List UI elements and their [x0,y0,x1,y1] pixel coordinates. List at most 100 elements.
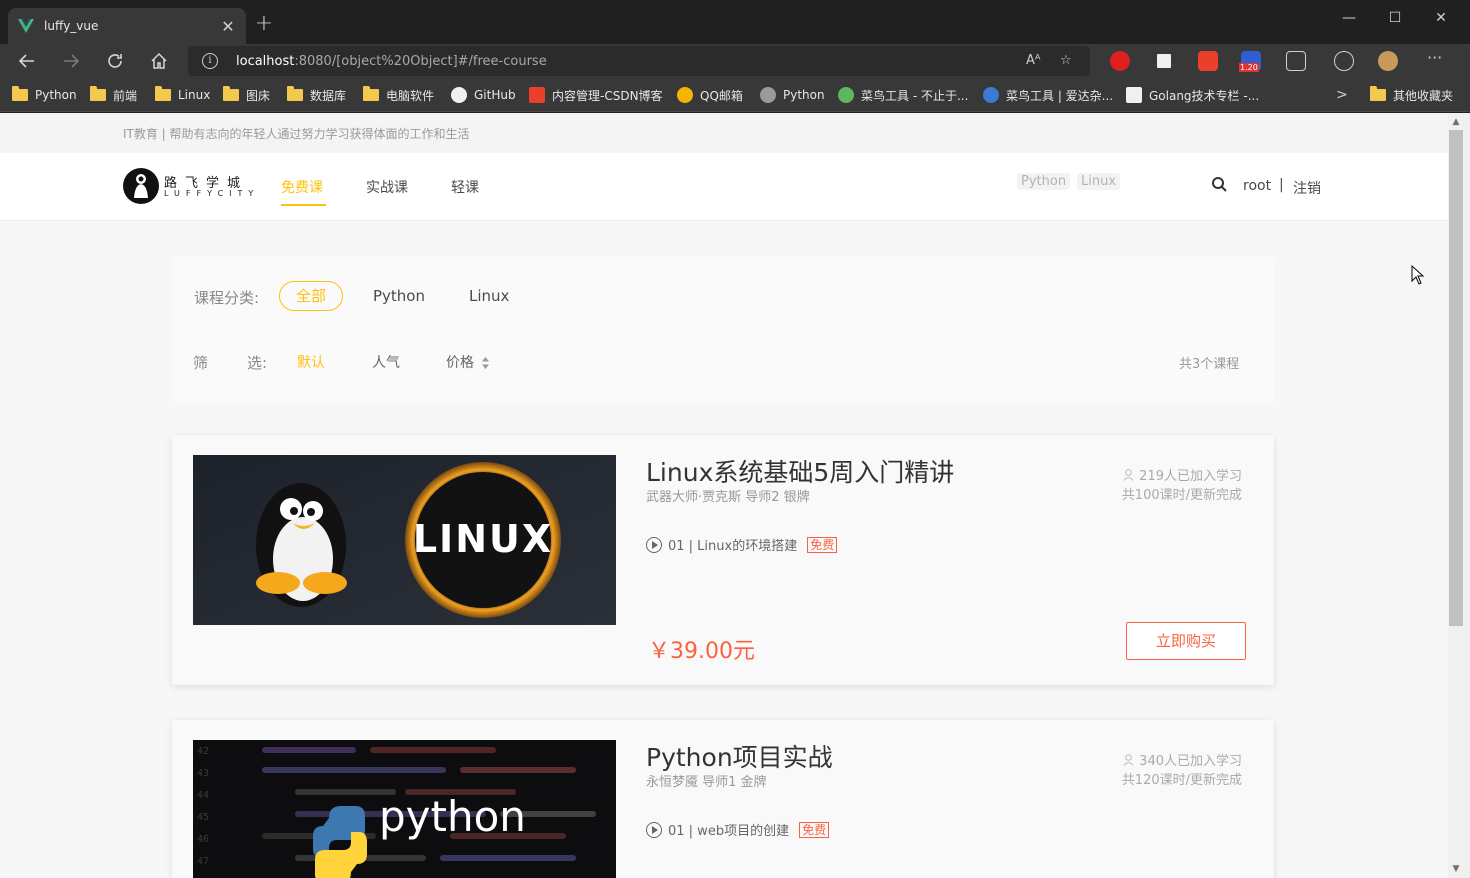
favorite-star-icon[interactable]: ☆ [1060,53,1072,68]
course-card[interactable]: LINUX Linux系统基础5周入门精讲 武器大师·贾克斯 导师2 银牌 21… [172,435,1274,685]
page-viewport: IT教育 | 帮助有志向的年轻人通过努力学习获得体面的工作和生活 路飞学城 LU… [0,113,1448,878]
back-icon[interactable] [14,48,40,74]
nav-free-courses[interactable]: 免费课 [281,177,323,197]
sort-price-button[interactable]: 价格 [446,352,490,372]
extension-red-icon[interactable] [1110,51,1130,71]
folder-icon [287,86,303,101]
more-menu-icon[interactable]: ··· [1427,48,1442,67]
folder-icon [363,86,379,101]
extension-c-icon[interactable] [1198,51,1218,71]
svg-text:44: 44 [197,790,209,801]
python-site-icon [760,87,776,103]
runoob-a-icon [983,87,999,103]
search-tag-linux[interactable]: Linux [1077,173,1121,190]
buy-now-button[interactable]: 立即购买 [1126,622,1246,660]
mouse-cursor-icon [1411,265,1425,285]
scroll-down-icon[interactable]: ▼ [1449,862,1463,876]
course-stats: 219人已加入学习 共100课时/更新完成 [1102,467,1242,505]
sort-arrows-icon [482,357,490,369]
new-tab-icon[interactable]: + [252,12,276,36]
tab-close-icon[interactable]: ✕ [220,17,236,36]
tab-title: luffy_vue [44,19,99,33]
history-icon[interactable] [1334,51,1354,71]
browser-tabbar: luffy_vue ✕ + — ☐ ✕ [0,0,1470,44]
home-icon[interactable] [146,48,172,74]
minimize-icon[interactable]: — [1326,10,1372,26]
scrollbar-thumb[interactable] [1449,130,1463,626]
category-linux-button[interactable]: Linux [469,287,509,305]
slogan-text: IT教育 | 帮助有志向的年轻人通过努力学习获得体面的工作和生活 [123,127,470,141]
person-icon [1123,469,1134,481]
category-all-button[interactable]: 全部 [279,281,343,311]
golang-icon [1126,87,1142,103]
bookmark-github[interactable]: GitHub [451,86,516,104]
bookmark-golang[interactable]: Golang技术专栏 -... [1126,86,1259,104]
address-path: :8080/[object%20Object]#/free-course [294,53,547,69]
site-info-icon[interactable]: i [202,53,218,69]
reload-icon[interactable] [102,48,128,74]
sort-default-button[interactable]: 默认 [297,352,325,372]
bookmark-folder-software[interactable]: 电脑软件 [363,86,434,104]
vue-logo-icon [18,19,34,33]
course-lesson-item[interactable]: 01 | Linux的环境搭建 免费 [646,535,838,554]
bookmark-runoob-2[interactable]: 菜鸟工具 | 爱达杂... [983,86,1113,104]
course-card[interactable]: 42 43 44 45 46 47 python Python项目实战 永恒梦魇 导师1… [172,720,1274,878]
filter-label-2: 选: [247,354,268,372]
course-filter-panel: 课程分类: 全部 Python Linux 筛 选: 默认 人气 价格 共3个课… [172,257,1274,403]
course-cover-image[interactable]: LINUX [193,455,616,625]
course-price: ￥39.00元 [648,639,755,664]
folder-icon [223,86,239,101]
user-separator: | [1279,177,1284,193]
bookmark-qqmail[interactable]: QQ邮箱 [677,86,743,104]
course-teacher: 武器大师·贾克斯 导师2 银牌 [646,490,810,505]
luffy-logo-icon[interactable] [123,168,159,204]
category-python-button[interactable]: Python [373,287,425,305]
extension-badge: 1.20 [1239,63,1259,72]
bookmark-csdn[interactable]: 内容管理-CSDN博客 [529,86,663,104]
course-title[interactable]: Linux系统基础5周入门精讲 [646,453,954,489]
bookmark-folder-python[interactable]: Python [12,86,77,104]
extensions-puzzle-icon[interactable] [1286,51,1306,71]
nav-practical-courses[interactable]: 实战课 [366,177,408,197]
maximize-icon[interactable]: ☐ [1372,10,1418,26]
extension-timer-icon[interactable]: 1.20 [1239,51,1261,72]
course-cover-image[interactable]: 42 43 44 45 46 47 python [193,740,616,878]
search-icon[interactable] [1211,176,1228,193]
bookmark-folder-frontend[interactable]: 前端 [90,86,137,104]
browser-toolbar: i localhost:8080/[object%20Object]#/free… [0,44,1470,78]
bookmark-folder-imagebed[interactable]: 图床 [223,86,270,104]
user-name[interactable]: root [1243,178,1271,194]
sort-popularity-button[interactable]: 人气 [372,352,400,372]
forward-icon[interactable] [58,48,84,74]
bookmark-folder-linux[interactable]: Linux [155,86,210,104]
course-lesson-count: 共100课时/更新完成 [1121,488,1242,503]
folder-icon [1370,86,1386,101]
bookmark-folder-database[interactable]: 数据库 [287,86,346,104]
logout-link[interactable]: 注销 [1293,178,1321,198]
nav-light-courses[interactable]: 轻课 [451,177,479,197]
course-lesson-item[interactable]: 01 | web项目的创建 免费 [646,820,830,839]
read-aloud-icon[interactable]: Aᴬ [1026,53,1041,68]
bookmark-folder-other[interactable]: 其他收藏夹 [1370,86,1453,104]
profile-avatar[interactable] [1378,51,1398,71]
logo-subtitle: LUFFYCITY [164,189,260,198]
search-tag-python[interactable]: Python [1017,173,1071,190]
slogan-bar: IT教育 | 帮助有志向的年轻人通过努力学习获得体面的工作和生活 [0,113,1448,153]
category-label: 课程分类: [194,289,260,307]
folder-icon [12,86,28,101]
course-title[interactable]: Python项目实战 [646,738,833,774]
bookmark-python[interactable]: Python [760,86,825,104]
bookmark-runoob-1[interactable]: 菜鸟工具 - 不止于... [838,86,968,104]
total-course-count: 共3个课程 [1179,357,1240,372]
address-bar[interactable]: i localhost:8080/[object%20Object]#/free… [188,46,1090,76]
filter-label-1: 筛 [193,354,209,372]
runoob-icon [838,87,854,103]
extension-ghost-icon[interactable] [1154,51,1174,71]
lesson-title: 01 | web项目的创建 [668,824,790,839]
browser-tab[interactable]: luffy_vue ✕ [8,8,246,44]
window-close-icon[interactable]: ✕ [1418,10,1464,26]
bookmarks-overflow-chevron-icon[interactable]: > [1336,86,1348,104]
scroll-up-icon[interactable]: ▲ [1449,115,1463,129]
free-badge: 免费 [799,821,830,838]
nav-active-underline [281,204,326,206]
